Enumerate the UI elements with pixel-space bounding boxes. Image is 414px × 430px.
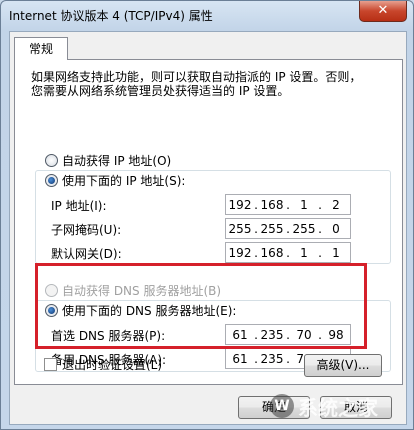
- subnet-mask-input[interactable]: 255. 255. 255. 0: [225, 218, 351, 239]
- close-button[interactable]: ✕: [359, 1, 407, 22]
- octet: 255: [292, 221, 316, 236]
- radio-button-checked-icon[interactable]: [45, 174, 58, 187]
- advanced-button[interactable]: 高级(V)...: [304, 354, 382, 377]
- dialog-client: 常规 如果网络支持此功能，则可以获取自动指派的 IP 设置。否则， 您需要从网络…: [9, 31, 407, 425]
- title-bar[interactable]: Internet 协议版本 4 (TCP/IPv4) 属性 ✕: [1, 1, 413, 29]
- octet: 255: [228, 221, 252, 236]
- octet: 1: [300, 197, 308, 212]
- tab-general[interactable]: 常规: [14, 37, 68, 60]
- octet: 168: [260, 245, 284, 260]
- radio-manual-ip[interactable]: 使用下面的 IP 地址(S):: [45, 172, 189, 189]
- validate-on-exit-checkbox[interactable]: 退出时验证设置(L): [44, 356, 162, 373]
- octet: 0: [332, 221, 340, 236]
- watermark-logo-icon: W: [270, 394, 294, 418]
- octet: 61: [232, 351, 248, 366]
- octet: 235: [260, 351, 284, 366]
- checkbox-label: 退出时验证设置(L): [62, 358, 163, 372]
- ip-address-label: IP 地址(I):: [51, 199, 107, 213]
- octet: 1: [332, 245, 340, 260]
- default-gateway-label: 默认网关(D):: [51, 247, 122, 261]
- site-watermark: W 系统之家: [270, 386, 410, 426]
- watermark-text: 系统之家: [298, 395, 378, 420]
- description-line: 如果网络支持此功能，则可以获取自动指派的 IP 设置。否则，: [31, 70, 362, 84]
- default-gateway-input[interactable]: 192. 168. 1. 1: [225, 242, 351, 263]
- subnet-mask-label: 子网掩码(U):: [51, 223, 122, 237]
- description-text: 如果网络支持此功能，则可以获取自动指派的 IP 设置。否则， 您需要从网络系统管…: [31, 70, 391, 98]
- radio-label: 自动获得 IP 地址(O): [62, 154, 172, 168]
- radio-auto-ip[interactable]: 自动获得 IP 地址(O): [45, 152, 171, 169]
- radio-button-icon[interactable]: [45, 154, 58, 167]
- ip-address-input[interactable]: 192. 168. 1. 2: [225, 194, 351, 215]
- dns-highlight-frame: [35, 263, 367, 349]
- radio-label: 使用下面的 IP 地址(S):: [62, 174, 186, 188]
- dialog-window: Internet 协议版本 4 (TCP/IPv4) 属性 ✕ 常规 如果网络支…: [0, 0, 414, 430]
- description-line: 您需要从网络系统管理员处获得适当的 IP 设置。: [31, 84, 290, 98]
- octet: 2: [332, 197, 340, 212]
- octet: 255: [260, 221, 284, 236]
- octet: 1: [300, 245, 308, 260]
- window-title: Internet 协议版本 4 (TCP/IPv4) 属性: [9, 9, 213, 23]
- octet: 168: [260, 197, 284, 212]
- checkbox-icon[interactable]: [44, 358, 57, 371]
- octet: 192: [228, 245, 252, 260]
- octet: 192: [228, 197, 252, 212]
